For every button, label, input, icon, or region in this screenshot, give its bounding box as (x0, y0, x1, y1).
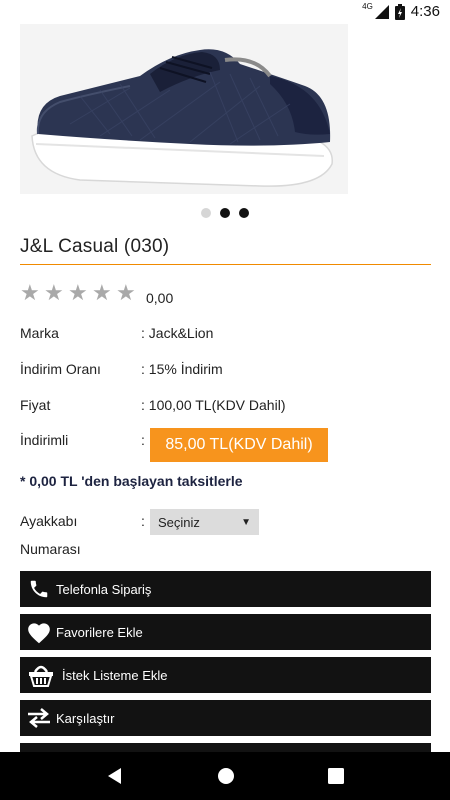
shoe-illustration (20, 24, 348, 194)
carousel-dot[interactable] (239, 208, 249, 218)
shoe-size-separator: : (141, 513, 145, 529)
discounted-price-separator: : (141, 432, 145, 448)
network-type-label: 4G (362, 2, 373, 11)
heart-icon (24, 620, 54, 644)
add-to-favorites-label: Favorilere Ekle (56, 624, 143, 640)
basket-icon (26, 662, 56, 688)
rating-stars[interactable]: ★ ★ ★ ★ ★ (20, 282, 139, 304)
discount-rate-label: İndirim Oranı (20, 361, 101, 377)
phone-order-button[interactable]: Telefonla Sipariş (20, 571, 431, 607)
rating-value: 0,00 (146, 290, 174, 306)
shoe-size-select[interactable]: Seçiniz ▼ (150, 509, 259, 535)
clock: 4:36 (410, 3, 440, 20)
brand-value: : Jack&Lion (141, 325, 214, 341)
carousel-dot[interactable] (220, 208, 230, 218)
dropdown-caret-icon: ▼ (241, 516, 251, 528)
compare-label: Karşılaştır (56, 710, 115, 726)
shoe-size-selected: Seçiniz (158, 514, 200, 530)
brand-label: Marka (20, 325, 59, 341)
star-icon[interactable]: ★ (68, 282, 91, 304)
recents-icon[interactable] (327, 767, 345, 785)
add-to-wishlist-button[interactable]: İstek Listeme Ekle (20, 657, 431, 693)
discount-rate-value: : 15% İndirim (141, 361, 223, 377)
discounted-price-badge: 85,00 TL(KDV Dahil) (150, 428, 328, 462)
price-label: Fiyat (20, 397, 51, 413)
product-image[interactable] (20, 24, 348, 194)
title-divider (20, 264, 431, 265)
product-title: J&L Casual (030) (20, 236, 170, 257)
status-icons: 4G 4:36 (362, 2, 440, 20)
phone-icon (24, 578, 54, 600)
discounted-price-label: İndirimli (20, 432, 69, 448)
star-icon[interactable]: ★ (116, 282, 139, 304)
installments-note: * 0,00 TL 'den başlayan taksitlerle (20, 473, 243, 489)
system-navigation-bar (0, 752, 450, 800)
home-icon[interactable] (216, 766, 236, 786)
shoe-size-label-line1: Ayakkabı (20, 513, 78, 529)
compare-button[interactable]: Karşılaştır (20, 700, 431, 736)
carousel-indicator (0, 208, 450, 218)
compare-arrows-icon (24, 707, 54, 729)
back-icon[interactable] (105, 766, 125, 786)
add-to-wishlist-label: İstek Listeme Ekle (62, 667, 168, 683)
phone-order-label: Telefonla Sipariş (56, 581, 152, 597)
status-bar: 4G 4:36 (0, 0, 450, 24)
carousel-dot[interactable] (201, 208, 211, 218)
price-value: : 100,00 TL(KDV Dahil) (141, 397, 286, 413)
signal-icon (374, 4, 389, 19)
star-icon[interactable]: ★ (20, 282, 43, 304)
battery-icon (394, 3, 405, 20)
star-icon[interactable]: ★ (44, 282, 67, 304)
add-to-favorites-button[interactable]: Favorilere Ekle (20, 614, 431, 650)
shoe-size-label-line2: Numarası (20, 541, 81, 557)
star-icon[interactable]: ★ (92, 282, 115, 304)
